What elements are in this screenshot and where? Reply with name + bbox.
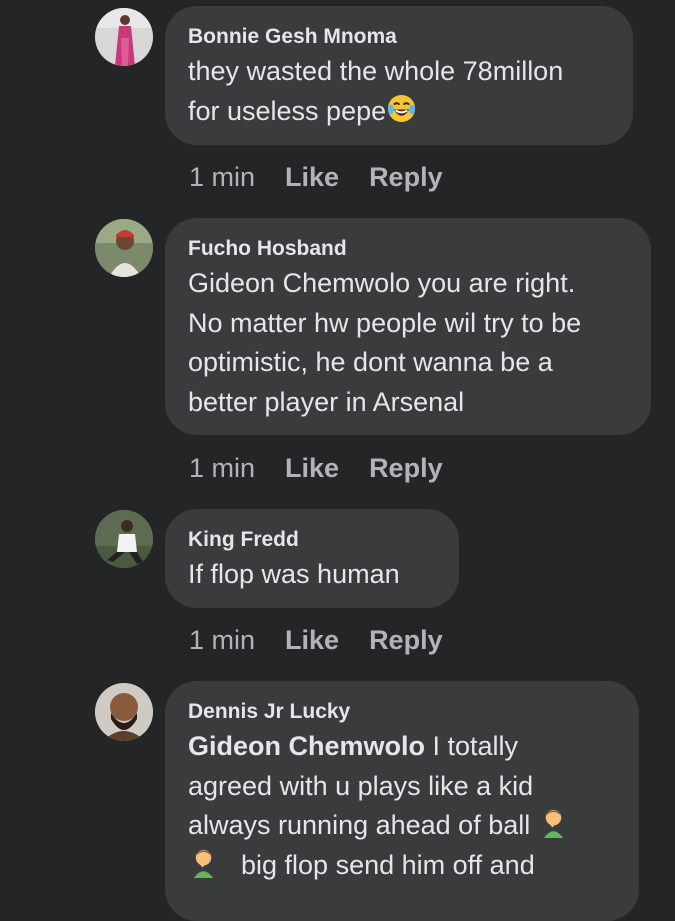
comment-author[interactable]: King Fredd (188, 526, 437, 554)
comment-bubble: Fucho Hosband Gideon Chemwolo you are ri… (165, 218, 651, 435)
person-facepalming-emoji-icon (538, 807, 569, 838)
comment-timestamp[interactable]: 1 min (189, 453, 255, 483)
reply-button[interactable]: Reply (369, 162, 443, 192)
like-button[interactable]: Like (285, 625, 339, 655)
comment-line: always running ahead of ball (188, 810, 538, 840)
comment-line: optimistic, he dont wanna be a (188, 347, 553, 377)
comment-author[interactable]: Bonnie Gesh Mnoma (188, 23, 611, 51)
avatar[interactable] (95, 510, 153, 568)
comment-timestamp[interactable]: 1 min (189, 162, 255, 192)
comment-line: big flop send him off and (241, 849, 535, 880)
person-facepalming-emoji-icon (188, 847, 219, 878)
comment-line: agreed with u plays like a kid (188, 770, 534, 801)
comment-line: I totally (425, 731, 519, 761)
comment-line-with-emoji: for useless pepe (188, 92, 611, 132)
reply-button[interactable]: Reply (369, 625, 443, 655)
comment-actions: 1 min Like Reply (189, 453, 443, 484)
comment-line: No matter hw people wil try to be (188, 307, 582, 338)
comment-line-with-emoji: always running ahead of ball (188, 806, 617, 846)
comment-line: they wasted the whole 78millon (188, 56, 564, 86)
comment-line-with-mention: Gideon Chemwolo I totally (188, 727, 617, 767)
mention-link[interactable]: Gideon Chemwolo (188, 731, 425, 761)
comment-line: for useless pepe (188, 95, 387, 126)
avatar[interactable] (95, 219, 153, 277)
comment-line: Gideon Chemwolo you are right. (188, 268, 576, 298)
like-button[interactable]: Like (285, 453, 339, 483)
avatar[interactable] (95, 683, 153, 741)
avatar-image (95, 219, 153, 277)
comment-actions: 1 min Like Reply (189, 625, 443, 656)
avatar-image (95, 683, 153, 741)
comment-actions: 1 min Like Reply (189, 162, 443, 193)
avatar[interactable] (95, 8, 153, 66)
avatar-image (95, 8, 153, 66)
comment-bubble: Bonnie Gesh Mnoma they wasted the whole … (165, 6, 633, 145)
comment-text: Gideon Chemwolo you are right. No matter… (188, 264, 629, 422)
comment-text: If flop was human (188, 555, 437, 595)
avatar-image (95, 510, 153, 568)
comment-bubble: Dennis Jr Lucky Gideon Chemwolo I totall… (165, 681, 639, 921)
comment-bubble: King Fredd If flop was human (165, 509, 459, 608)
reply-button[interactable]: Reply (369, 453, 443, 483)
comment-text: Gideon Chemwolo I totally agreed with u … (188, 727, 617, 885)
comment-text: they wasted the whole 78millon for usele… (188, 52, 611, 131)
comment-author[interactable]: Dennis Jr Lucky (188, 698, 617, 726)
laughing-tears-emoji-icon (386, 93, 417, 124)
comment-line-with-emoji: big flop send him off and (188, 846, 617, 886)
comment-timestamp[interactable]: 1 min (189, 625, 255, 655)
comment-author[interactable]: Fucho Hosband (188, 235, 629, 263)
like-button[interactable]: Like (285, 162, 339, 192)
comment-line: If flop was human (188, 559, 400, 589)
comment-line: better player in Arsenal (188, 386, 465, 417)
